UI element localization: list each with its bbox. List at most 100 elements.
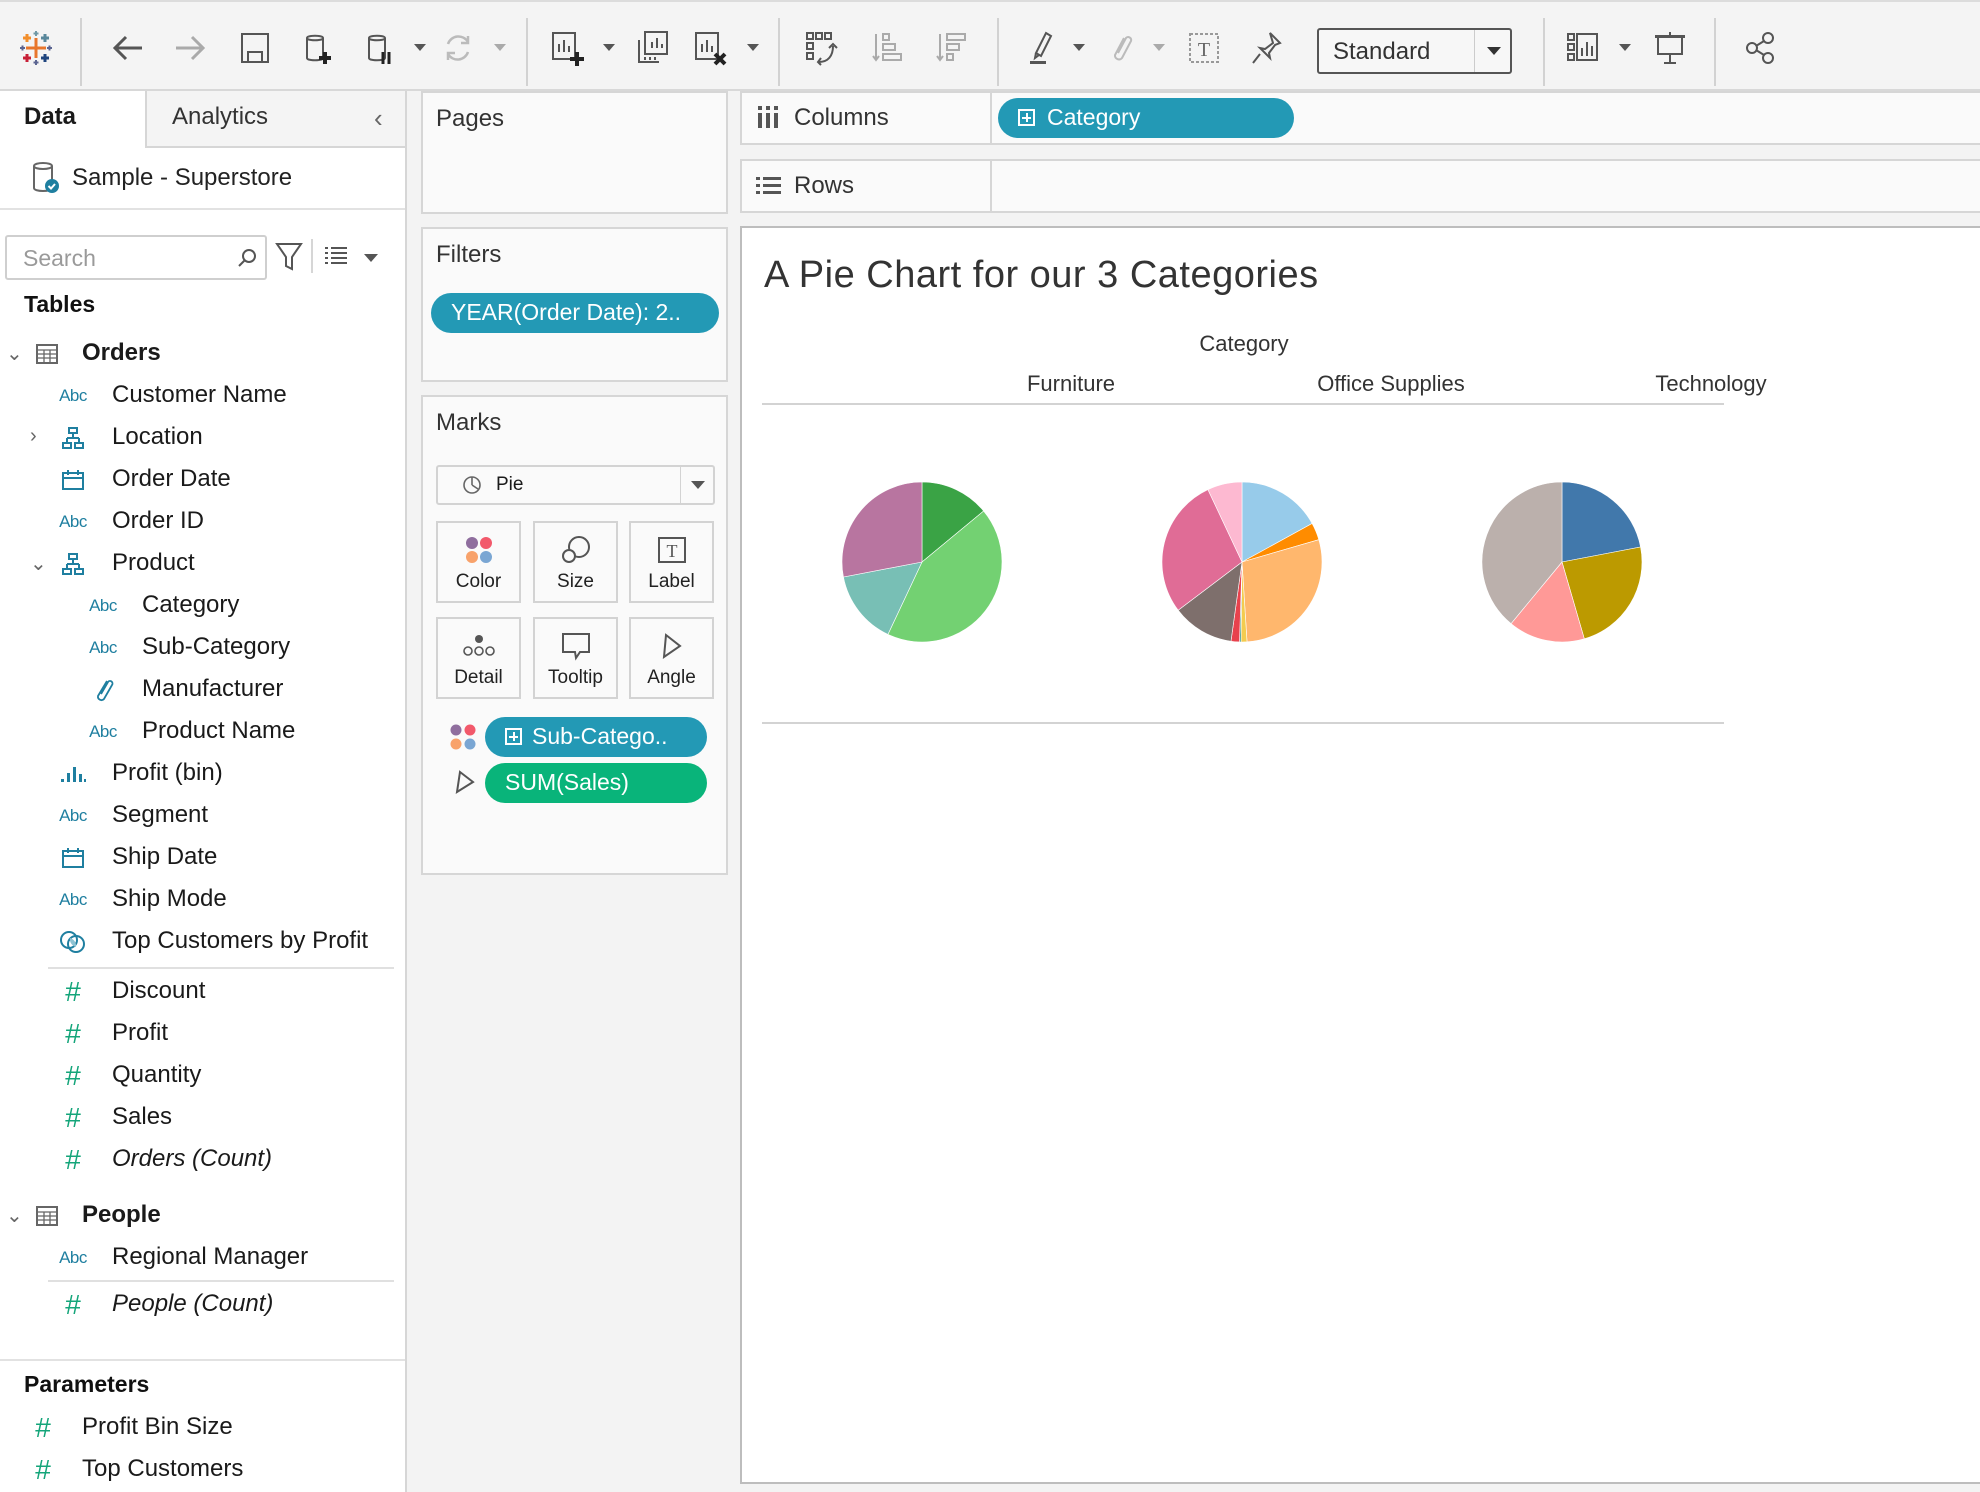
chevron-down-icon[interactable] [1073, 44, 1085, 51]
field-product[interactable]: ⌄ Product [30, 545, 400, 585]
refresh-icon[interactable] [436, 26, 480, 70]
pie-furniture[interactable] [841, 481, 1003, 643]
back-icon[interactable] [106, 26, 150, 70]
chevron-down-icon[interactable]: ⌄ [6, 341, 23, 366]
field-manufacturer[interactable]: Manufacturer [86, 671, 400, 711]
new-worksheet-icon[interactable] [546, 26, 590, 70]
filter-icon[interactable] [274, 239, 304, 278]
detail-button[interactable]: Detail [436, 617, 521, 699]
field-ship-mode[interactable]: Abc Ship Mode [56, 881, 400, 921]
tab-data[interactable]: Data [0, 91, 145, 148]
search-input[interactable] [23, 245, 223, 272]
field-product-name[interactable]: Abc Product Name [86, 713, 400, 753]
columns-shelf[interactable]: Columns Category [740, 91, 1980, 145]
collapse-pane-icon[interactable]: ‹ [374, 103, 383, 134]
table-orders[interactable]: ⌄ Orders [0, 335, 400, 375]
field-quantity[interactable]: # Quantity [56, 1057, 400, 1097]
field-segment[interactable]: Abc Segment [56, 797, 400, 837]
field-discount[interactable]: # Discount [56, 973, 400, 1013]
date-type-icon [56, 843, 90, 873]
detail-label: Detail [454, 667, 503, 688]
show-labels-icon[interactable]: T [1182, 26, 1226, 70]
tableau-logo-icon[interactable] [14, 26, 58, 70]
label-button[interactable]: T Label [629, 521, 714, 603]
field-label: Sales [112, 1103, 173, 1130]
pages-card[interactable]: Pages [421, 91, 728, 214]
mark-type-select[interactable]: Pie [436, 465, 715, 505]
table-people[interactable]: ⌄ People [0, 1197, 400, 1237]
chevron-down-icon[interactable] [1619, 44, 1631, 51]
clear-sheet-icon[interactable] [689, 26, 733, 70]
show-me-icon[interactable] [1562, 26, 1606, 70]
field-order-date[interactable]: Order Date [56, 461, 400, 501]
pie-office-supplies[interactable] [1161, 481, 1323, 643]
pause-updates-icon[interactable] [358, 26, 402, 70]
field-order-id[interactable]: Abc Order ID [56, 503, 400, 543]
size-button[interactable]: Size [533, 521, 618, 603]
field-label: Orders (Count) [112, 1145, 273, 1172]
filter-pill-year-order-date[interactable]: YEAR(Order Date): 2.. [431, 293, 719, 333]
field-profit-bin[interactable]: Profit (bin) [56, 755, 400, 795]
highlight-icon[interactable] [1020, 26, 1064, 70]
field-sub-category[interactable]: Abc Sub-Category [86, 629, 400, 669]
angle-button[interactable]: Angle [629, 617, 714, 699]
field-orders-count[interactable]: # Orders (Count) [56, 1141, 400, 1181]
filters-card[interactable]: Filters YEAR(Order Date): 2.. [421, 227, 728, 382]
field-ship-date[interactable]: Ship Date [56, 839, 400, 879]
columns-pill-category[interactable]: Category [998, 98, 1294, 138]
chevron-down-icon[interactable]: ⌄ [6, 1203, 23, 1228]
separator [997, 18, 999, 86]
field-sales[interactable]: # Sales [56, 1099, 400, 1139]
new-datasource-icon[interactable] [296, 26, 340, 70]
chevron-down-icon[interactable] [1153, 44, 1165, 51]
string-type-icon: Abc [59, 1248, 87, 1267]
forward-icon[interactable] [168, 26, 212, 70]
search-field[interactable] [5, 235, 267, 280]
tooltip-button[interactable]: Tooltip [533, 617, 618, 699]
fix-axes-icon[interactable] [1244, 26, 1288, 70]
field-profit[interactable]: # Profit [56, 1015, 400, 1055]
fit-select[interactable]: Standard [1317, 28, 1512, 74]
angle-pill-sum-sales[interactable]: SUM(Sales) [485, 763, 707, 803]
chevron-down-icon[interactable] [364, 254, 378, 262]
rows-shelf[interactable]: Rows [740, 159, 1980, 213]
chevron-down-icon[interactable] [494, 44, 506, 51]
filters-title: Filters [436, 241, 502, 268]
angle-label: Angle [647, 667, 696, 688]
table-icon [30, 1201, 64, 1231]
field-category[interactable]: Abc Category [86, 587, 400, 627]
chevron-down-icon [1487, 47, 1501, 55]
measure-icon: # [65, 1102, 81, 1133]
field-label: People (Count) [112, 1290, 274, 1317]
field-customer-name[interactable]: Abc Customer Name [56, 377, 400, 417]
presentation-mode-icon[interactable] [1648, 26, 1692, 70]
swap-rows-columns-icon[interactable] [800, 26, 844, 70]
chevron-down-icon[interactable] [414, 44, 426, 51]
save-icon[interactable] [233, 26, 277, 70]
chevron-down-icon[interactable] [603, 44, 615, 51]
datasource[interactable]: Sample - Superstore [0, 148, 405, 210]
field-regional-manager[interactable]: Abc Regional Manager [56, 1239, 396, 1279]
color-button[interactable]: Color [436, 521, 521, 603]
color-pill-sub-category[interactable]: Sub-Catego.. [485, 717, 707, 757]
share-icon[interactable] [1738, 26, 1782, 70]
view-list-icon[interactable] [322, 241, 350, 274]
chevron-right-icon[interactable]: › [30, 425, 37, 448]
parameter-top-customers[interactable]: # Top Customers [26, 1451, 396, 1491]
chevron-down-icon[interactable]: ⌄ [30, 551, 47, 576]
pie-slice[interactable] [841, 481, 923, 578]
sort-descending-icon[interactable] [930, 26, 974, 70]
table-label: Orders [82, 339, 161, 366]
parameter-profit-bin-size[interactable]: # Profit Bin Size [26, 1409, 396, 1449]
chevron-down-icon[interactable] [747, 44, 759, 51]
group-icon[interactable] [1098, 26, 1142, 70]
pie-charts [841, 481, 1643, 643]
field-people-count[interactable]: # People (Count) [56, 1286, 396, 1326]
field-location[interactable]: › Location [30, 419, 400, 459]
duplicate-sheet-icon[interactable] [630, 26, 674, 70]
sort-ascending-icon[interactable] [866, 26, 910, 70]
pie-technology[interactable] [1481, 481, 1643, 643]
field-top-customers-by-profit[interactable]: Top Customers by Profit [56, 923, 400, 963]
field-label: Ship Mode [112, 885, 227, 912]
tab-analytics[interactable]: Analytics [145, 91, 405, 148]
